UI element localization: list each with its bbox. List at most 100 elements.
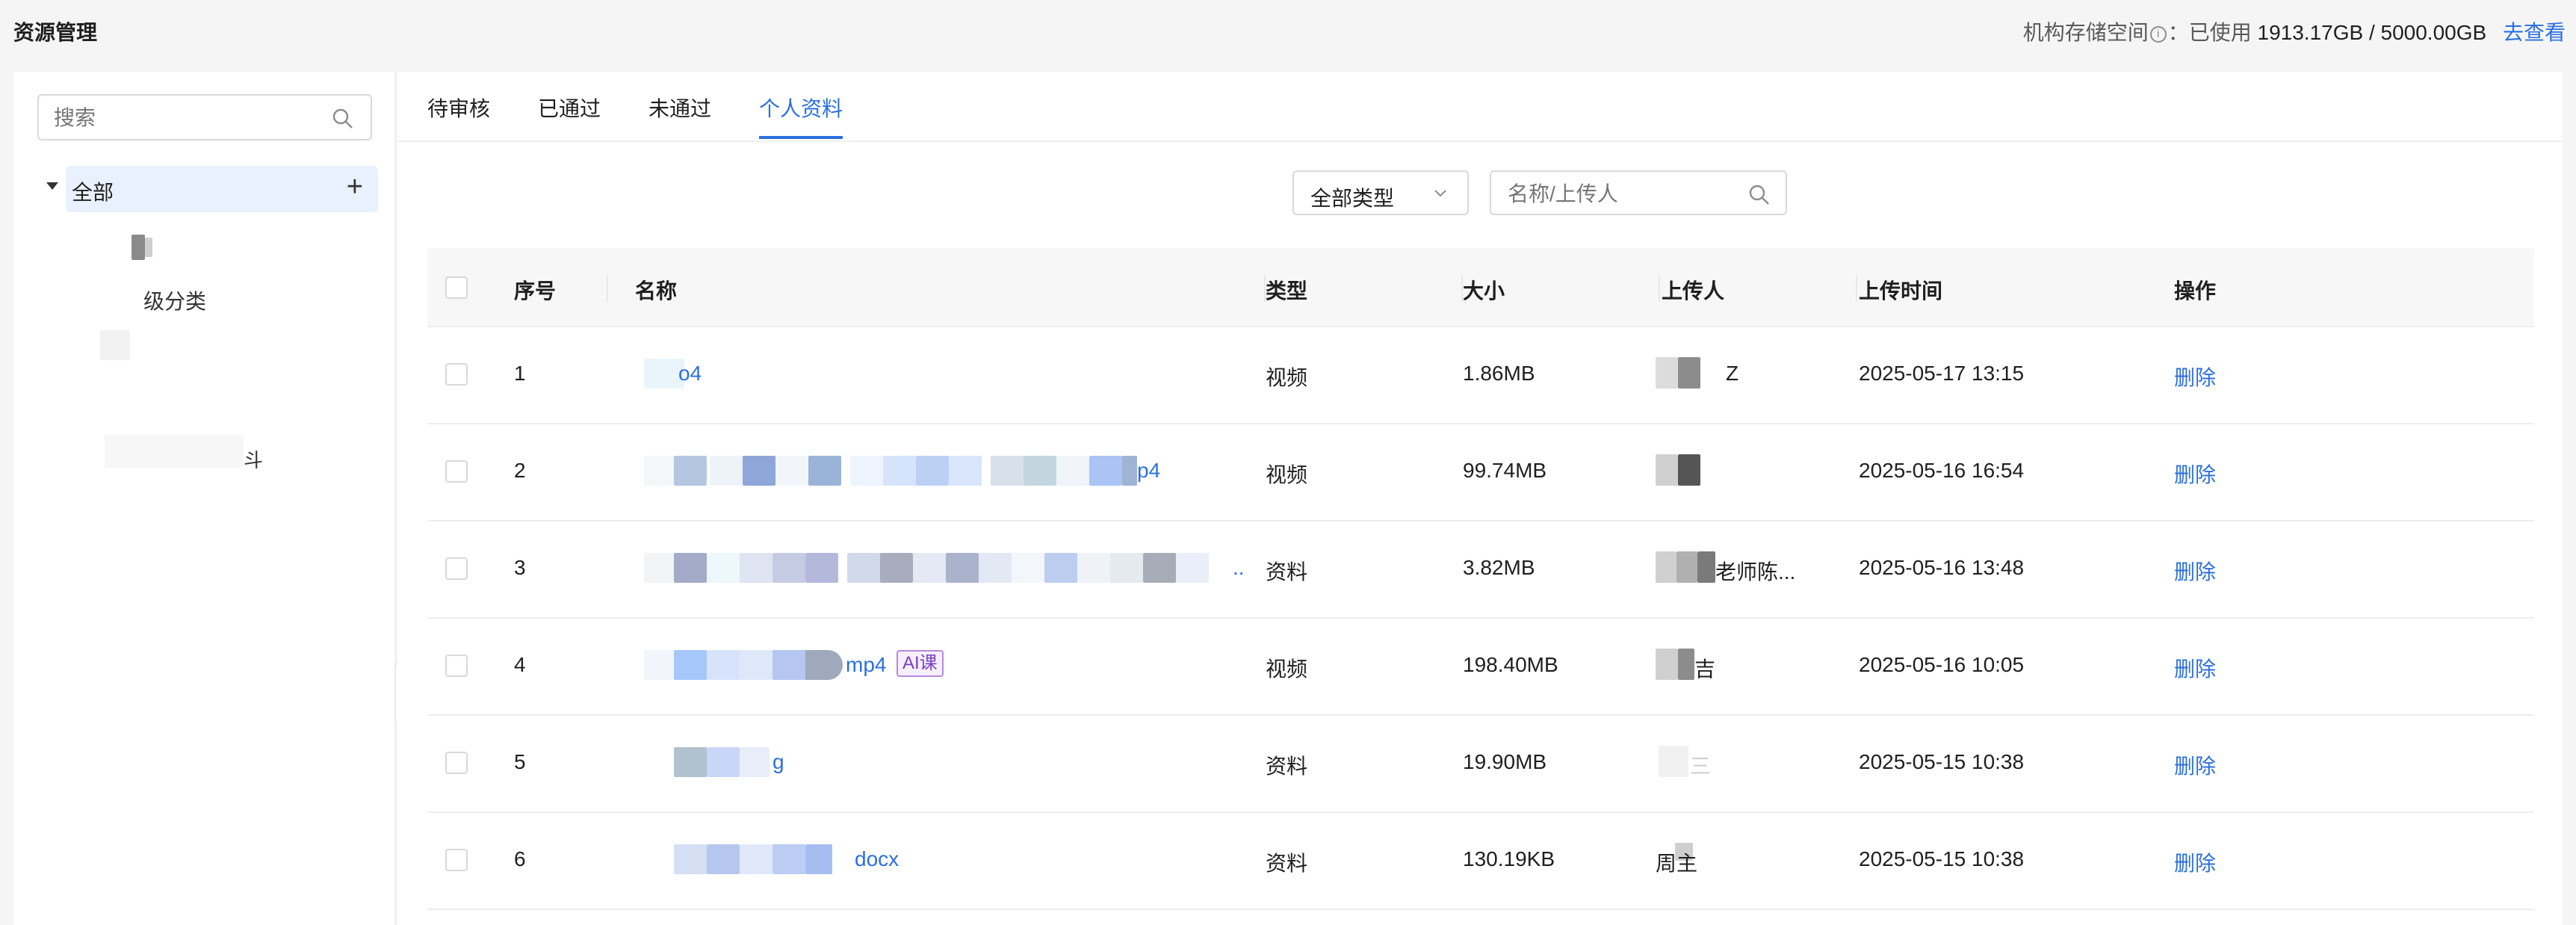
name-uploader-search[interactable]	[1490, 170, 1787, 215]
tree-root-all[interactable]: 全部 +	[66, 166, 378, 212]
row-size: 3.82MB	[1463, 556, 1535, 579]
name-obscured	[805, 650, 843, 680]
avatar	[1676, 551, 1697, 583]
resource-name-link[interactable]: g	[773, 750, 784, 774]
column-header-actions: 操作	[2174, 279, 2217, 303]
page-title: 资源管理	[13, 21, 98, 44]
row-size: 1.86MB	[1463, 362, 1535, 385]
row-size: 130.19KB	[1463, 847, 1555, 870]
plus-icon[interactable]: +	[347, 172, 363, 202]
tab-pending[interactable]: 待审核	[427, 93, 490, 123]
tree-root-label: 全部	[72, 181, 114, 204]
row-checkbox[interactable]	[445, 655, 468, 677]
column-divider	[607, 275, 608, 302]
tab-bar: 待审核 已通过 未通过 个人资料	[397, 72, 2563, 142]
storage-used-label: ：已使用	[2167, 21, 2252, 44]
tab-personal[interactable]: 个人资料	[759, 93, 843, 123]
tab-approved[interactable]: 已通过	[538, 93, 601, 123]
resource-name-link[interactable]: docx	[855, 847, 899, 871]
name-obscured	[847, 553, 880, 583]
row-upload-time: 2025-05-16 10:05	[1859, 653, 2025, 676]
chevron-down-icon	[1431, 184, 1449, 205]
select-all-checkbox[interactable]	[445, 276, 468, 299]
info-icon[interactable]: i	[2149, 26, 2167, 43]
row-checkbox[interactable]	[445, 849, 468, 871]
avatar	[1697, 551, 1715, 583]
row-type: 资料	[1266, 560, 1308, 584]
view-storage-link[interactable]: 去查看	[2503, 21, 2566, 44]
name-obscured	[808, 456, 841, 486]
row-checkbox[interactable]	[445, 460, 468, 483]
tree-item-label-fragment: 斗	[244, 449, 264, 471]
avatar	[1678, 454, 1700, 486]
delete-button[interactable]: 删除	[2174, 556, 2216, 586]
row-type: 资料	[1266, 852, 1308, 875]
name-obscured	[707, 747, 740, 777]
name-obscured	[740, 650, 773, 680]
type-filter-value: 全部类型	[1310, 187, 1395, 210]
tree-item-obscured[interactable]	[100, 330, 130, 360]
row-type: 视频	[1266, 366, 1308, 389]
row-checkbox[interactable]	[445, 363, 468, 386]
row-index: 5	[514, 750, 526, 773]
name-obscured	[707, 650, 740, 680]
name-obscured	[674, 747, 707, 777]
column-header-name: 名称	[635, 279, 678, 303]
column-divider	[1659, 275, 1660, 302]
category-search-box[interactable]	[37, 94, 372, 140]
name-obscured	[707, 844, 740, 874]
table-row: 2 p4 视频 99.74MB 2025-05-16 16:54 删除	[427, 424, 2534, 522]
resource-name-link[interactable]: mp4	[846, 653, 886, 677]
name-obscured	[674, 844, 707, 874]
name-obscured	[1176, 553, 1209, 583]
name-obscured	[946, 553, 979, 583]
column-header-type: 类型	[1266, 279, 1308, 303]
category-search-input[interactable]	[54, 105, 323, 132]
name-obscured	[674, 553, 707, 583]
name-obscured	[743, 456, 775, 486]
name-obscured	[773, 844, 805, 874]
avatar	[1656, 357, 1678, 389]
active-tab-indicator	[759, 136, 843, 139]
search-icon[interactable]	[332, 108, 354, 134]
row-checkbox[interactable]	[445, 752, 468, 774]
avatar	[1656, 551, 1676, 583]
column-header-size: 大小	[1463, 279, 1505, 303]
resource-name-link[interactable]: o4	[678, 362, 702, 386]
delete-button[interactable]: 删除	[2174, 653, 2216, 683]
name-obscured	[979, 553, 1012, 583]
row-upload-time: 2025-05-16 16:54	[1859, 459, 2025, 482]
resource-name-link[interactable]: ..	[1233, 556, 1245, 580]
tree-item-obscured	[145, 238, 152, 257]
name-obscured	[1089, 456, 1122, 486]
name-obscured	[805, 553, 838, 583]
category-sidebar: 全部 + 级分类 斗	[13, 72, 396, 925]
delete-button[interactable]: 删除	[2174, 459, 2216, 489]
delete-button[interactable]: 删除	[2174, 847, 2216, 877]
row-checkbox[interactable]	[445, 557, 468, 580]
tab-rejected[interactable]: 未通过	[648, 93, 711, 123]
resource-name-link[interactable]: p4	[1137, 459, 1160, 483]
tree-item-obscured[interactable]	[105, 435, 244, 468]
delete-button[interactable]: 删除	[2174, 362, 2216, 392]
name-obscured	[644, 650, 674, 680]
type-filter-select[interactable]: 全部类型	[1292, 170, 1469, 215]
row-uploader: 周主	[1656, 852, 1698, 875]
name-obscured	[644, 456, 674, 486]
row-index: 1	[514, 362, 526, 385]
name-obscured	[880, 553, 913, 583]
avatar	[1678, 357, 1700, 389]
tree-item-obscured[interactable]	[131, 235, 145, 260]
column-divider	[1856, 275, 1857, 302]
row-uploader: 三	[1690, 755, 1712, 778]
name-uploader-input[interactable]	[1508, 181, 1732, 208]
ai-course-tag: AI课	[897, 650, 944, 677]
row-uploader: 吉	[1694, 658, 1716, 681]
table-row: 1 o4 视频 1.86MB Z 2025-05-17 13:15 删除	[427, 327, 2534, 424]
caret-down-icon[interactable]	[46, 182, 58, 190]
delete-button[interactable]: 删除	[2174, 750, 2216, 780]
search-icon[interactable]	[1748, 184, 1771, 210]
row-type: 视频	[1266, 463, 1308, 486]
table-header: 序号 名称 类型 大小 上传人 上传时间 操作	[427, 248, 2534, 327]
tree-item-subcategory[interactable]: 级分类	[143, 285, 206, 315]
